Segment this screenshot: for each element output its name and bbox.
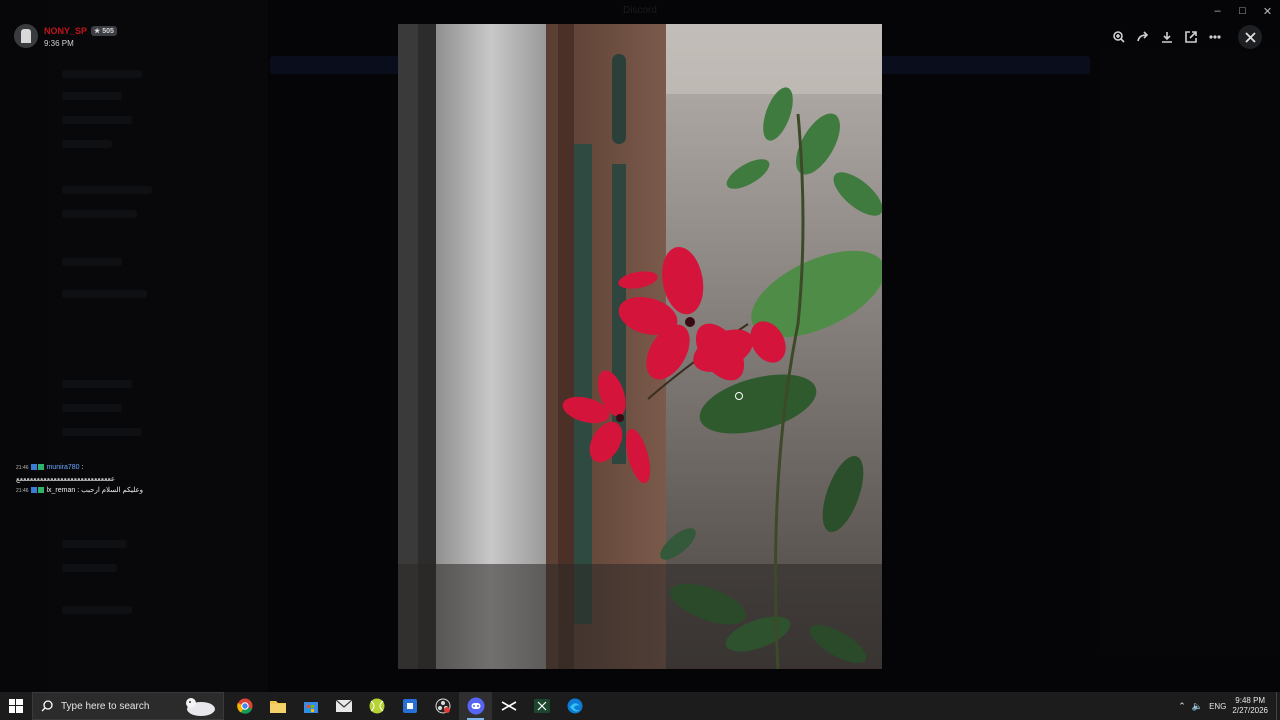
image-preview[interactable]	[398, 24, 882, 669]
minimize-button[interactable]: –	[1205, 0, 1230, 22]
windows-taskbar: Type here to search ⌃ 🔈 ENG 9:48 PM 2/27…	[0, 692, 1280, 720]
store-icon	[303, 702, 318, 713]
taskbar-obs[interactable]	[426, 692, 459, 720]
taskbar-blue-app[interactable]	[393, 692, 426, 720]
chat-message-text: ععععععععععععععععععععععععععععع	[16, 476, 116, 483]
system-tray: ⌃ 🔈 ENG 9:48 PM 2/27/2026	[1178, 696, 1276, 716]
mail-icon	[335, 700, 352, 712]
chat-message: 21:46 lx_reman : وعليكم السلام ارحبب	[16, 485, 143, 497]
taskbar-clock[interactable]: 9:48 PM 2/27/2026	[1232, 696, 1268, 716]
close-viewer-button[interactable]	[1238, 25, 1262, 49]
server-rail	[0, 0, 48, 692]
chat-author: lx_reman	[46, 487, 76, 494]
window-controls: – □ ✕	[1205, 0, 1280, 22]
image-viewer-toolbar	[1108, 26, 1226, 48]
taskbar-file-explorer[interactable]	[261, 692, 294, 720]
chat-timestamp: 21:46	[16, 488, 29, 494]
chat-message: 21:46 munira780 :	[16, 462, 143, 474]
taskbar-edge[interactable]	[558, 692, 591, 720]
folder-icon	[269, 701, 286, 713]
maximize-button[interactable]: □	[1230, 0, 1255, 22]
search-highlight-icon	[186, 698, 215, 716]
channel-list	[48, 0, 268, 692]
taskbar-capcut[interactable]	[492, 692, 525, 720]
window-title: Discord	[623, 5, 657, 16]
open-external-icon[interactable]	[1180, 26, 1202, 48]
close-icon	[1244, 31, 1256, 43]
discord-icon	[467, 697, 484, 715]
window-close-button[interactable]: ✕	[1255, 0, 1280, 22]
follower-badge: ★ 505	[91, 26, 117, 36]
start-button[interactable]	[0, 692, 32, 720]
taskbar-chrome[interactable]	[228, 692, 261, 720]
clock-date: 2/27/2026	[1232, 706, 1268, 715]
tennis-ball-icon	[369, 698, 384, 714]
taskbar-excel[interactable]	[525, 692, 558, 720]
chat-timestamp: 21:46	[16, 465, 29, 471]
download-icon[interactable]	[1156, 26, 1178, 48]
avatar	[14, 24, 38, 48]
badge-count: 505	[102, 28, 114, 35]
forward-icon[interactable]	[1132, 26, 1154, 48]
search-icon	[41, 700, 53, 712]
chat-separator: :	[77, 487, 80, 494]
stream-chat-overlay: 21:46 munira780 : عععععععععععععععععععععع…	[16, 462, 143, 497]
taskbar-search-input[interactable]: Type here to search	[32, 692, 224, 720]
chat-badge-icon	[30, 487, 37, 494]
taskbar-tennis-ball-app[interactable]	[360, 692, 393, 720]
language-indicator[interactable]: ENG	[1209, 702, 1226, 711]
taskbar-apps	[228, 692, 591, 720]
taskbar-discord[interactable]	[459, 692, 492, 720]
member-list	[1100, 50, 1280, 650]
chat-separator: :	[81, 464, 84, 471]
edge-icon	[567, 698, 582, 714]
overlay-username: NONY_SP	[44, 26, 88, 36]
chevron-up-icon[interactable]: ⌃	[1178, 701, 1186, 712]
chat-message-text: وعليكم السلام ارحبب	[81, 487, 143, 494]
more-icon[interactable]	[1204, 26, 1226, 48]
chat-badge-icon	[30, 464, 37, 471]
obs-icon	[435, 698, 450, 714]
stream-user-overlay: NONY_SP ★ 505 9:36 PM	[14, 24, 117, 48]
search-placeholder: Type here to search	[61, 700, 150, 712]
clock-time: 9:48 PM	[1235, 696, 1266, 705]
cursor-icon	[735, 392, 743, 400]
chat-badge-icon	[37, 464, 44, 471]
chat-badge-icon	[37, 487, 44, 494]
taskbar-microsoft-store[interactable]	[294, 692, 327, 720]
zoom-in-icon[interactable]	[1108, 26, 1130, 48]
taskbar-mail[interactable]	[327, 692, 360, 720]
chat-author: munira780	[46, 464, 80, 471]
show-desktop-button[interactable]	[1276, 692, 1280, 720]
flower-photo	[398, 24, 882, 669]
volume-icon[interactable]: 🔈	[1192, 701, 1203, 712]
windows-icon	[9, 699, 23, 713]
excel-icon	[533, 699, 550, 713]
capcut-icon	[501, 701, 516, 711]
chrome-icon	[236, 698, 252, 714]
overlay-time: 9:36 PM	[44, 39, 74, 48]
app-icon	[402, 699, 417, 713]
